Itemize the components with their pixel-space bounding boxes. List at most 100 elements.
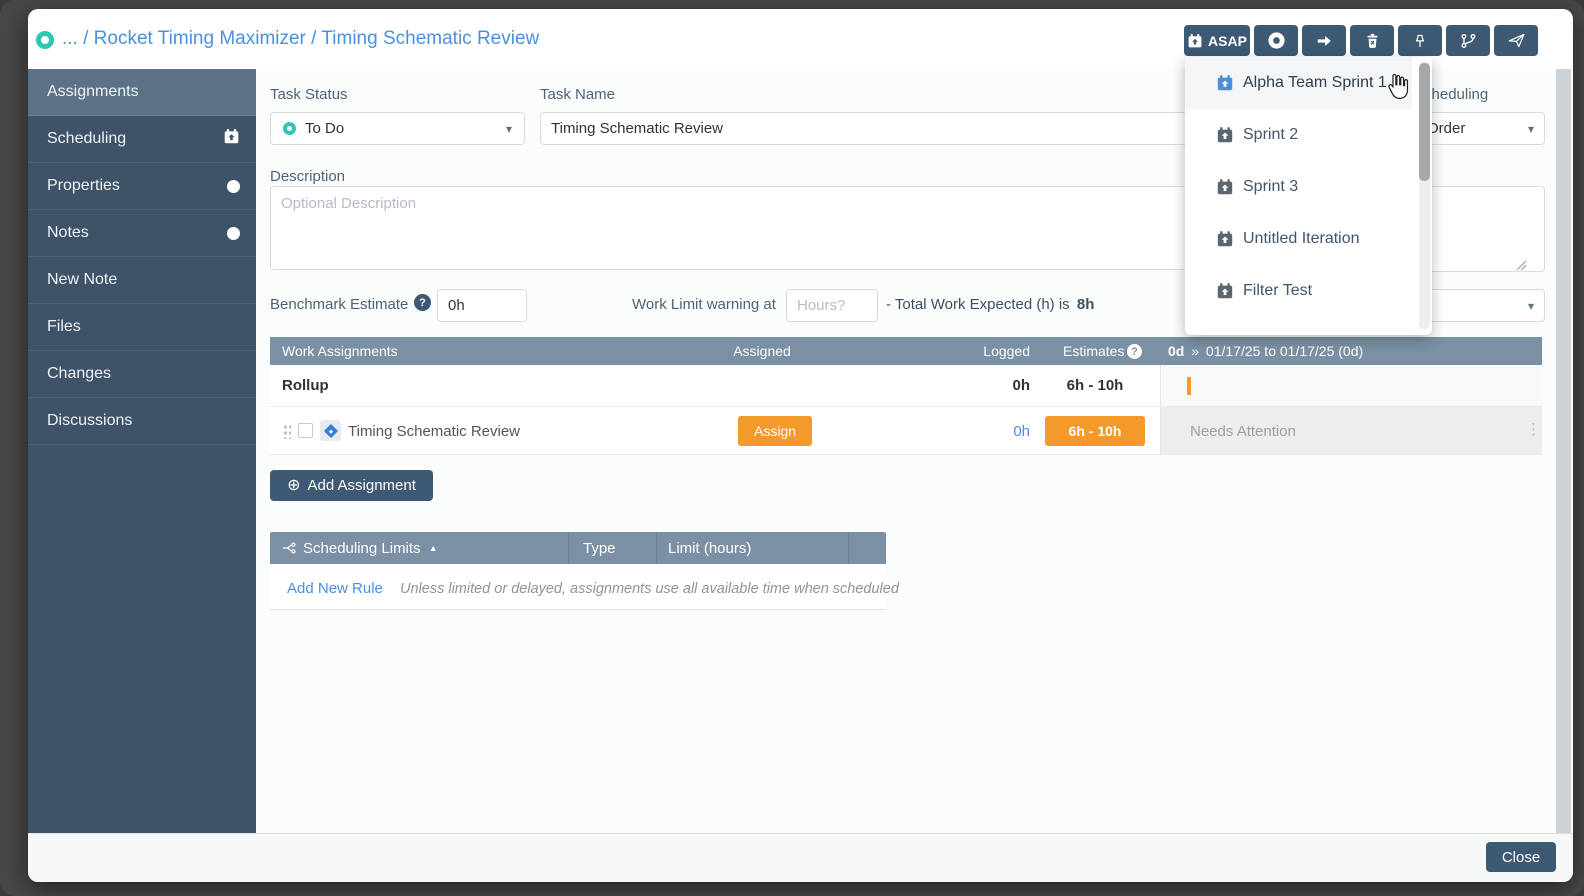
add-assignment-button[interactable]: ⊕ Add Assignment <box>270 470 433 501</box>
sidebar-item-changes[interactable]: Changes <box>28 351 256 398</box>
sidebar-item-notes[interactable]: Notes <box>28 210 256 257</box>
rollup-estimate: 6h - 10h <box>1045 377 1145 394</box>
rollup-timeline-cell <box>1160 365 1542 406</box>
sidebar-item-label: Properties <box>47 177 120 195</box>
dropdown-item-alpha-team-sprint-1[interactable]: Alpha Team Sprint 1 <box>1185 57 1412 109</box>
move-forward-button[interactable] <box>1302 25 1346 56</box>
benchmark-estimate-label: Benchmark Estimate <box>270 296 408 313</box>
work-limit-input[interactable] <box>786 289 878 322</box>
modal-scrollbar[interactable] <box>1556 69 1571 833</box>
caret-down-icon: ▾ <box>506 122 512 136</box>
calendar-asap-icon <box>1216 178 1234 196</box>
dropdown-item-sprint-2[interactable]: Sprint 2 <box>1185 109 1412 161</box>
sidebar-item-new-note[interactable]: New Note <box>28 257 256 304</box>
pin-icon <box>1411 32 1429 50</box>
sidebar-item-label: Discussions <box>47 412 132 430</box>
help-icon[interactable]: ? <box>1127 344 1142 359</box>
sidebar-item-label: Files <box>47 318 81 336</box>
timeline-header: 0d » 01/17/25 to 01/17/25 (0d) <box>1168 343 1363 359</box>
sidebar-item-properties[interactable]: Properties <box>28 163 256 210</box>
column-divider <box>848 532 849 564</box>
assignment-status: Needs Attention <box>1190 423 1296 440</box>
dropdown-item-label: Filter Test <box>1243 282 1312 300</box>
breadcrumb[interactable]: ... / Rocket Timing Maximizer / Timing S… <box>62 28 539 50</box>
total-work-value: 8h <box>1077 296 1095 313</box>
delete-button[interactable] <box>1350 25 1394 56</box>
work-limit-label: Work Limit warning at <box>632 296 776 313</box>
sidebar-item-scheduling[interactable]: Scheduling <box>28 116 256 163</box>
asap-button-label: ASAP <box>1208 33 1247 49</box>
rollup-logged: 0h <box>950 377 1030 394</box>
assign-button[interactable]: Assign <box>738 416 812 446</box>
caret-down-icon: ▾ <box>1528 122 1534 136</box>
task-name-label: Task Name <box>540 86 615 103</box>
app-screen: ... / Rocket Timing Maximizer / Timing S… <box>0 0 1584 896</box>
scheduling-order-value: Order <box>1427 120 1465 137</box>
benchmark-estimate-input[interactable] <box>437 289 527 322</box>
sidebar-item-label: New Note <box>47 271 117 289</box>
calendar-asap-icon <box>223 128 240 150</box>
column-divider <box>568 532 569 564</box>
close-button[interactable]: Close <box>1486 842 1556 872</box>
status-donut-button[interactable] <box>1254 25 1298 56</box>
trash-icon <box>1364 32 1381 49</box>
kebab-menu-icon[interactable]: ⋮ <box>1526 422 1541 437</box>
assigned-column-header: Assigned <box>712 343 812 359</box>
calendar-asap-icon <box>1216 126 1234 144</box>
dot-badge-icon <box>227 180 240 193</box>
estimate-badge[interactable]: 6h - 10h <box>1045 416 1145 446</box>
dropdown-item-label: Alpha Team Sprint 1 <box>1243 74 1387 92</box>
sidebar-item-label: Scheduling <box>47 130 126 148</box>
description-label: Description <box>270 168 345 185</box>
sidebar-item-assignments[interactable]: Assignments <box>28 69 256 116</box>
calendar-asap-icon <box>1187 33 1203 49</box>
asap-button[interactable]: ASAP <box>1184 25 1250 56</box>
task-type-icon <box>320 420 341 441</box>
sidebar-item-files[interactable]: Files <box>28 304 256 351</box>
pin-button[interactable] <box>1398 25 1442 56</box>
modal-footer <box>28 833 1573 882</box>
resize-grip-icon[interactable] <box>1516 258 1527 276</box>
calendar-asap-icon <box>1216 230 1234 248</box>
assignment-title[interactable]: Timing Schematic Review <box>348 423 520 440</box>
limit-column-header: Limit (hours) <box>668 540 751 557</box>
dropdown-item-filter-test[interactable]: Filter Test <box>1185 265 1412 317</box>
mouse-cursor <box>1384 72 1411 108</box>
task-status-value: To Do <box>305 120 344 137</box>
estimates-column-header: Estimates <box>1063 343 1124 359</box>
limits-table-title[interactable]: Scheduling Limits ▲ <box>303 540 438 557</box>
task-status-select[interactable]: To Do ▾ <box>270 112 525 145</box>
arrow-right-icon <box>1315 32 1333 50</box>
sidebar-item-label: Assignments <box>47 83 139 101</box>
dropdown-scrollbar-thumb[interactable] <box>1419 63 1430 181</box>
sidebar-item-discussions[interactable]: Discussions <box>28 398 256 445</box>
rollup-timeline-marker <box>1187 377 1191 395</box>
dropdown-item-label: Sprint 3 <box>1243 178 1298 196</box>
add-new-rule-link[interactable]: Add New Rule <box>287 580 383 597</box>
type-column-header: Type <box>583 540 616 557</box>
drag-handle-icon[interactable] <box>283 424 291 439</box>
row-checkbox[interactable] <box>298 423 313 438</box>
sidebar-item-label: Changes <box>47 365 111 383</box>
help-icon[interactable]: ? <box>414 294 431 311</box>
assignment-logged-link[interactable]: 0h <box>950 423 1030 440</box>
rollup-label: Rollup <box>282 377 329 394</box>
task-status-donut-icon <box>36 31 54 49</box>
dropdown-item-label: Untitled Iteration <box>1243 230 1360 248</box>
double-chevron-icon: » <box>1191 343 1199 359</box>
dropdown-item-label: Sprint 2 <box>1243 126 1298 144</box>
caret-down-icon: ▾ <box>1528 299 1534 313</box>
dependency-limit-icon <box>282 541 297 560</box>
branch-fork-icon <box>1459 32 1477 50</box>
add-assignment-label: Add Assignment <box>308 477 416 494</box>
dependency-button[interactable] <box>1446 25 1490 56</box>
dropdown-item-untitled-iteration[interactable]: Untitled Iteration <box>1185 213 1412 265</box>
dot-badge-icon <box>227 227 240 240</box>
dropdown-item-sprint-3[interactable]: Sprint 3 <box>1185 161 1412 213</box>
column-divider <box>656 532 657 564</box>
logged-column-header: Logged <box>950 343 1030 359</box>
sort-asc-icon: ▲ <box>429 543 438 553</box>
calendar-asap-icon <box>1216 74 1234 92</box>
donut-icon <box>1267 31 1286 50</box>
send-button[interactable] <box>1494 25 1538 56</box>
